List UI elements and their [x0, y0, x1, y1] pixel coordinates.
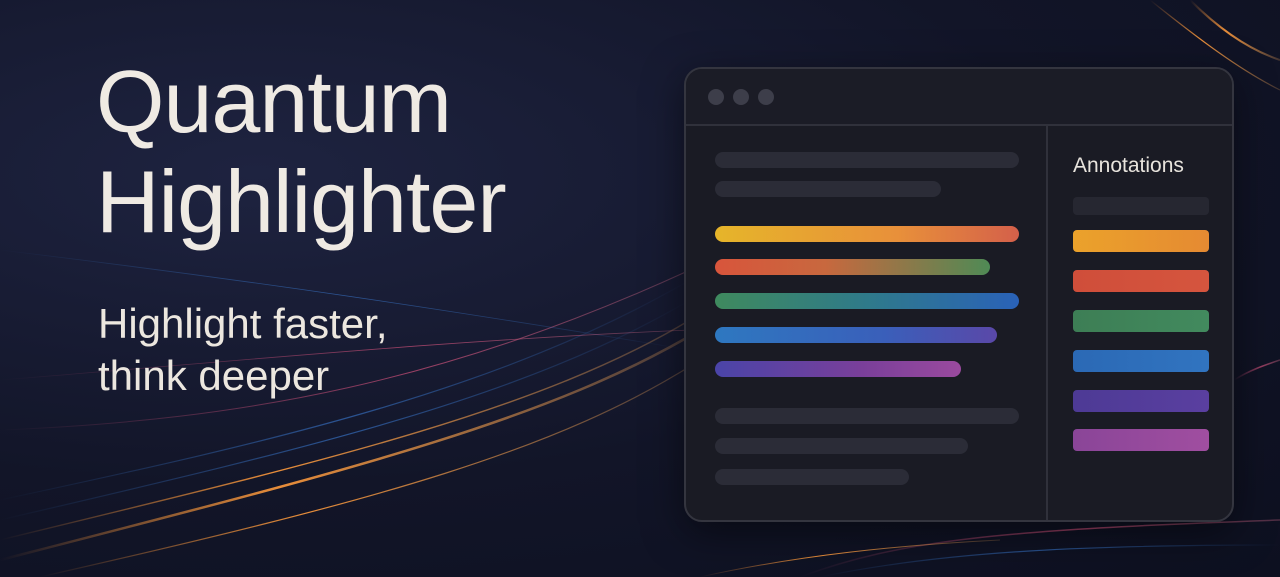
annotation-swatch-blue[interactable] [1073, 350, 1209, 372]
placeholder-text-line [715, 181, 941, 197]
highlight-line-yellow[interactable] [715, 226, 1019, 242]
highlight-line-red[interactable] [715, 259, 990, 275]
highlight-line-purple[interactable] [715, 361, 961, 377]
highlight-line-blue[interactable] [715, 327, 997, 343]
hero-title: Quantum Highlighter [96, 52, 507, 252]
placeholder-text-line [715, 469, 909, 485]
hero-subtitle-line-1: Highlight faster, [98, 300, 388, 347]
window-maximize-dot-icon [758, 89, 774, 105]
annotation-swatch-magenta[interactable] [1073, 429, 1209, 451]
hero-title-line-1: Quantum [96, 52, 452, 151]
hero-subtitle-line-2: think deeper [98, 352, 330, 399]
editor-pane [686, 126, 1046, 520]
annotations-sidebar: Annotations [1046, 126, 1232, 520]
placeholder-text-line [715, 152, 1019, 168]
annotation-swatch-purple[interactable] [1073, 390, 1209, 412]
hero-subtitle: Highlight faster, think deeper [98, 298, 388, 402]
window-minimize-dot-icon [733, 89, 749, 105]
annotation-placeholder [1073, 197, 1209, 215]
annotations-title: Annotations [1073, 154, 1184, 177]
highlight-line-green[interactable] [715, 293, 1019, 309]
placeholder-text-line [715, 438, 968, 454]
app-window-mockup: Annotations [684, 67, 1234, 522]
annotation-swatch-orange[interactable] [1073, 230, 1209, 252]
hero-title-line-2: Highlighter [96, 152, 507, 251]
annotation-swatch-red[interactable] [1073, 270, 1209, 292]
window-close-dot-icon [708, 89, 724, 105]
placeholder-text-line [715, 408, 1019, 424]
annotation-swatch-green[interactable] [1073, 310, 1209, 332]
window-titlebar [686, 69, 1232, 126]
